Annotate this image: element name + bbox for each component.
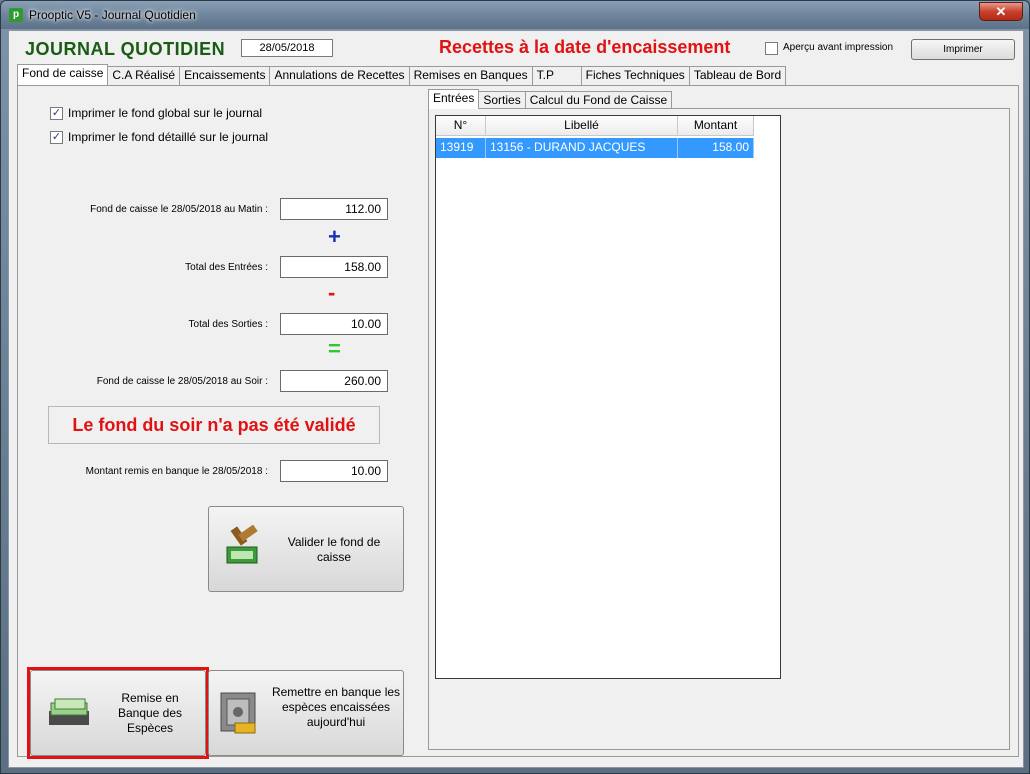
fond-non-valide-warning: Le fond du soir n'a pas été validé (48, 406, 380, 444)
client-area: JOURNAL QUOTIDIEN 28/05/2018 Recettes à … (8, 30, 1024, 768)
page-title: JOURNAL QUOTIDIEN (25, 39, 226, 59)
main-tabs: Fond de caisse C.A Réalisé Encaissements… (17, 64, 787, 85)
entrees-grid[interactable]: N° Libellé Montant 13919 13156 - DURAND … (435, 115, 781, 679)
fond-soir-field[interactable]: 260.00 (280, 370, 388, 392)
fond-de-caisse-panel: ✓ Imprimer le fond global sur le journal… (17, 85, 1019, 759)
fond-matin-field[interactable]: 112.00 (280, 198, 388, 220)
journal-date-field[interactable]: 28/05/2018 (241, 39, 333, 57)
cell-numero: 13919 (436, 138, 486, 158)
apercu-label: Aperçu avant impression (783, 42, 894, 53)
apercu-checkbox[interactable] (765, 42, 778, 55)
total-entrees-label: Total des Entrées : (185, 262, 268, 273)
cell-montant: 158.00 (678, 138, 754, 158)
valider-fond-button[interactable]: Valider le fond de caisse (208, 506, 404, 592)
recettes-subtitle: Recettes à la date d'encaissement (439, 37, 731, 57)
total-sorties-field[interactable]: 10.00 (280, 313, 388, 335)
fond-matin-label: Fond de caisse le 28/05/2018 au Matin : (90, 204, 268, 215)
tab-tableau-de-bord[interactable]: Tableau de Bord (688, 66, 787, 85)
equals-sign: = (328, 336, 341, 361)
highlight-frame (27, 667, 209, 759)
tab-fiches-techniques[interactable]: Fiches Techniques (580, 66, 690, 85)
cell-libelle: 13156 - DURAND JACQUES (486, 138, 678, 158)
subtab-sorties[interactable]: Sorties (478, 91, 526, 109)
subtab-entrees[interactable]: Entrées (428, 89, 480, 109)
total-entrees-field[interactable]: 158.00 (280, 256, 388, 278)
print-detail-checkbox[interactable]: ✓ (50, 131, 63, 144)
entrees-panel: N° Libellé Montant 13919 13156 - DURAND … (428, 108, 1010, 750)
total-sorties-label: Total des Sorties : (188, 319, 268, 330)
remettre-banque-label: Remettre en banque les espèces encaissée… (271, 685, 401, 729)
grid-header: N° Libellé Montant (436, 116, 754, 136)
app-window: p Prooptic V5 - Journal Quotidien ✕ JOUR… (0, 0, 1030, 774)
tab-fond-de-caisse[interactable]: Fond de caisse (17, 64, 109, 85)
imprimer-button[interactable]: Imprimer (911, 39, 1015, 60)
window-title: Prooptic V5 - Journal Quotidien (29, 8, 196, 22)
subtab-calcul-fond[interactable]: Calcul du Fond de Caisse (524, 91, 673, 109)
col-header-libelle[interactable]: Libellé (486, 116, 678, 136)
montant-remis-label: Montant remis en banque le 28/05/2018 : (85, 466, 268, 477)
print-global-checkbox[interactable]: ✓ (50, 107, 63, 120)
tab-remises-banques[interactable]: Remises en Banques (408, 66, 533, 85)
safe-coins-icon (220, 692, 256, 734)
close-button[interactable]: ✕ (979, 2, 1023, 21)
tab-encaissements[interactable]: Encaissements (179, 66, 271, 85)
col-header-montant[interactable]: Montant (678, 116, 754, 136)
tab-tp[interactable]: T.P (531, 66, 582, 85)
table-row[interactable]: 13919 13156 - DURAND JACQUES 158.00 (436, 138, 754, 158)
print-detail-label: Imprimer le fond détaillé sur le journal (68, 130, 269, 144)
title-bar[interactable]: p Prooptic V5 - Journal Quotidien ✕ (1, 1, 1029, 29)
print-global-label: Imprimer le fond global sur le journal (68, 106, 263, 120)
montant-remis-field[interactable]: 10.00 (280, 460, 388, 482)
remettre-banque-button[interactable]: Remettre en banque les espèces encaissée… (208, 670, 404, 756)
tab-ca-realise[interactable]: C.A Réalisé (107, 66, 181, 85)
p-app-icon: p (9, 8, 23, 22)
minus-sign: - (328, 280, 336, 305)
tab-annulations[interactable]: Annulations de Recettes (269, 66, 410, 85)
col-header-numero[interactable]: N° (436, 116, 486, 136)
gavel-money-icon (226, 525, 258, 564)
close-icon: ✕ (995, 4, 1007, 19)
sub-tabs: Entrées Sorties Calcul du Fond de Caisse (428, 89, 673, 109)
fond-soir-label: Fond de caisse le 28/05/2018 au Soir : (96, 376, 268, 387)
plus-sign: + (328, 224, 341, 249)
valider-fond-label: Valider le fond de caisse (287, 535, 381, 564)
